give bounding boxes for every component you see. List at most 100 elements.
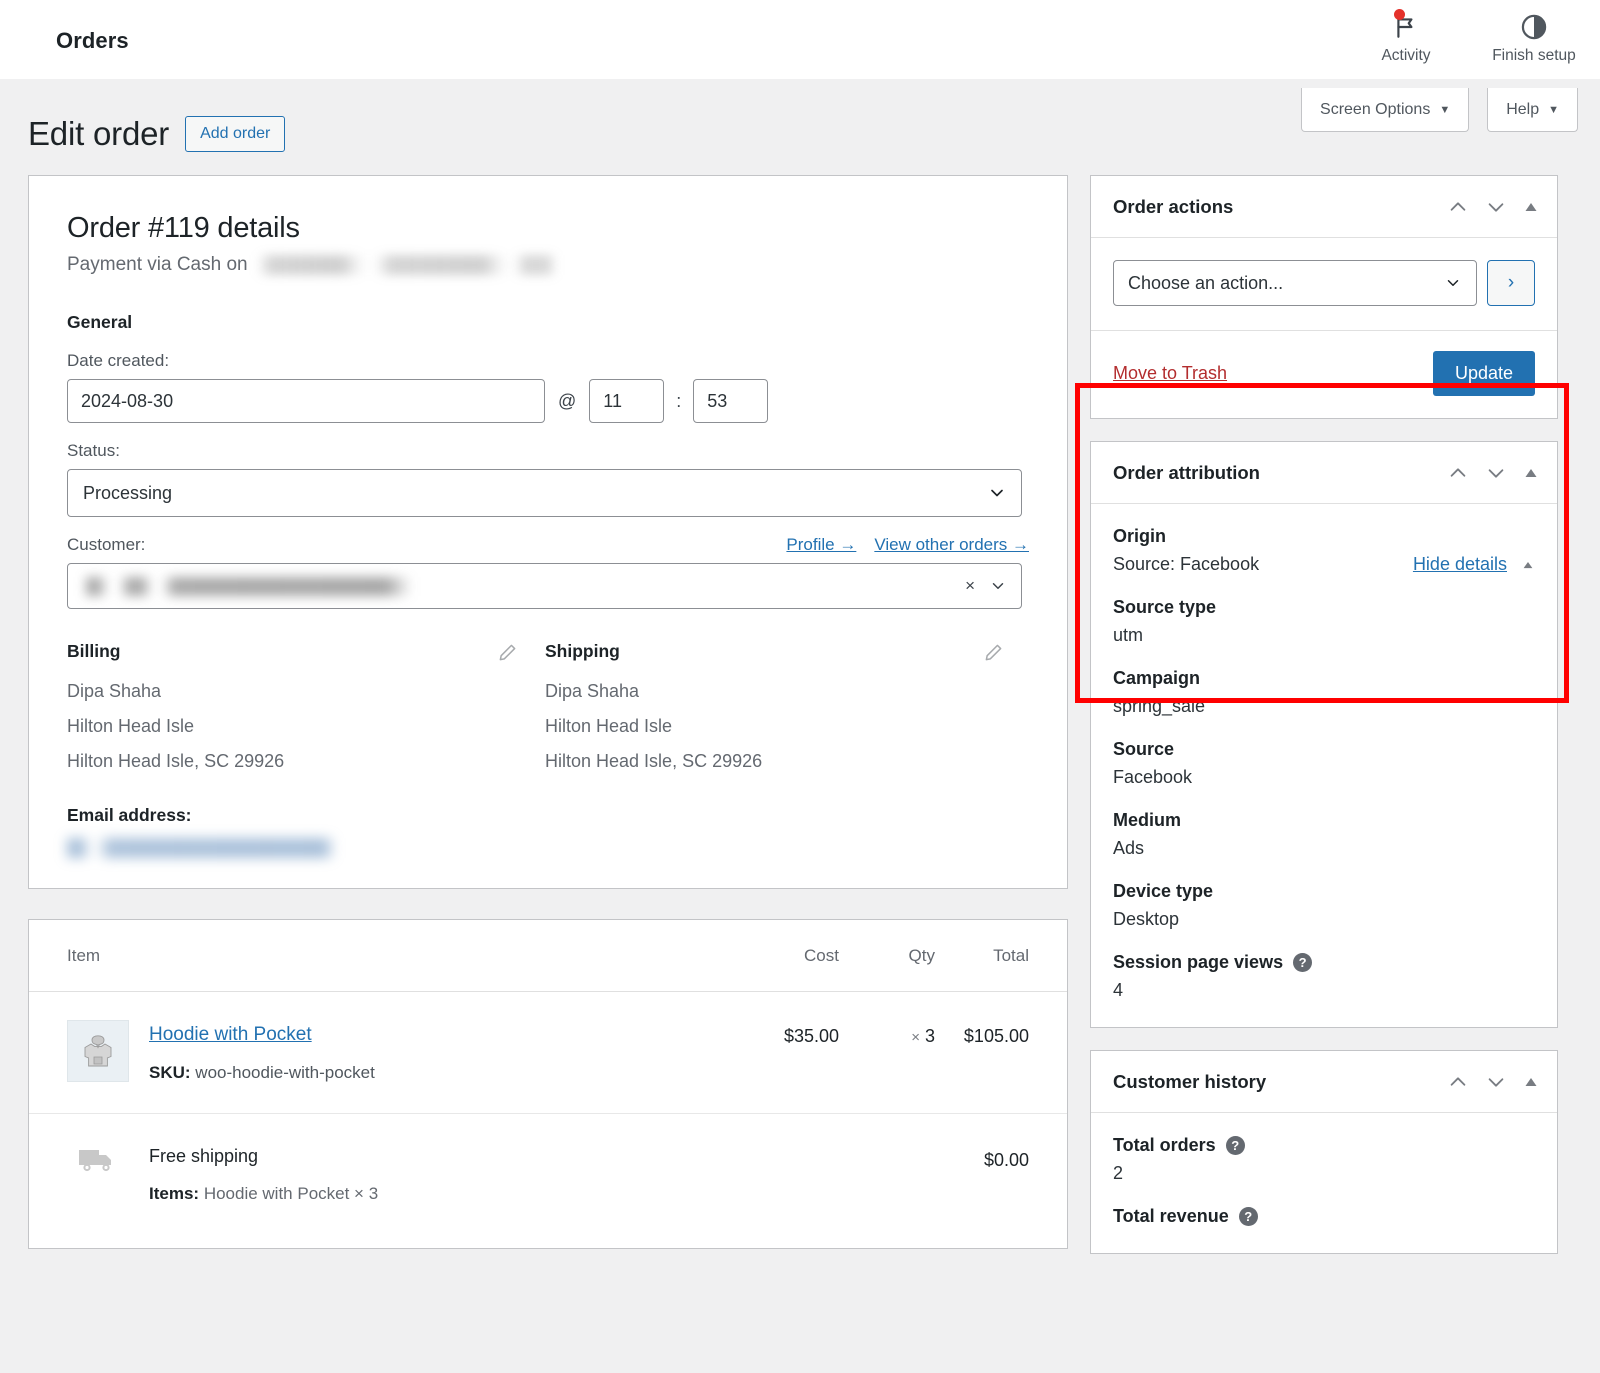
product-thumbnail[interactable] (67, 1020, 129, 1082)
at-symbol: @ (558, 390, 577, 411)
attribution-device-type: Device type Desktop (1113, 881, 1535, 930)
panel-controls (1447, 462, 1539, 484)
hide-details-link[interactable]: Hide details (1413, 554, 1507, 575)
caret-up-icon[interactable] (1521, 558, 1535, 572)
shipping-line2: Hilton Head Isle, SC 29926 (545, 751, 763, 771)
shipping-line1: Hilton Head Isle (545, 716, 673, 736)
main-column: Order #119 details Payment via Cash on G… (28, 175, 1068, 1249)
origin-label: Origin (1113, 526, 1166, 546)
profile-link[interactable]: Profile → (786, 535, 856, 555)
action-chooser-row: Choose an action... › (1113, 260, 1535, 306)
help-icon[interactable]: ? (1238, 1207, 1258, 1226)
total-orders-value: 2 (1113, 1163, 1124, 1183)
device-type-value: Desktop (1113, 909, 1180, 929)
payment-method-text: Payment via Cash on (67, 254, 248, 275)
order-actions-footer: Move to Trash Update (1091, 330, 1557, 418)
choose-action-select[interactable]: Choose an action... (1113, 260, 1477, 306)
shipping-items-value: Hoodie with Pocket × 3 (203, 1184, 379, 1203)
status-value: Processing (83, 482, 173, 503)
help-icon[interactable]: ? (1293, 953, 1313, 972)
help-button[interactable]: Help ▼ (1487, 88, 1578, 132)
total-revenue-text: Total revenue (1113, 1206, 1229, 1226)
move-down-icon[interactable] (1485, 196, 1507, 218)
sku-value: woo-hoodie-with-pocket (195, 1063, 375, 1082)
shipping-items: Items: Hoodie with Pocket × 3 (149, 1184, 935, 1204)
session-page-views-label: Session page views ? (1113, 952, 1535, 973)
move-up-icon[interactable] (1447, 196, 1469, 218)
billing-line2: Hilton Head Isle, SC 29926 (67, 751, 285, 771)
edit-billing-pencil-icon[interactable] (498, 643, 517, 662)
order-items-panel: Item Cost Qty Total Hoodie with Pocket S… (28, 919, 1068, 1249)
origin-row: Source: Facebook Hide details (1113, 554, 1535, 575)
date-created-row: @ : (67, 379, 1029, 423)
time-colon: : (676, 390, 682, 411)
activity-label: Activity (1381, 47, 1431, 64)
activity-button[interactable]: Activity (1360, 8, 1452, 65)
shipping-items-label: Items: (149, 1184, 200, 1203)
order-actions-panel: Order actions Choose an action... › Move… (1090, 175, 1558, 419)
col-total: Total (993, 945, 1029, 965)
attribution-campaign: Campaign spring_sale (1113, 668, 1535, 717)
admin-topbar: Orders Activity Finish setup (0, 0, 1600, 79)
chevron-down-icon[interactable] (989, 577, 1007, 595)
update-button[interactable]: Update (1432, 351, 1535, 396)
total-revenue-field: Total revenue ? (1113, 1206, 1535, 1227)
billing-line1: Hilton Head Isle (67, 716, 195, 736)
attribution-medium: Medium Ads (1113, 810, 1535, 859)
status-select[interactable]: Processing (67, 469, 1022, 517)
view-other-orders-link[interactable]: View other orders → (874, 535, 1029, 555)
shipping-details: Free shipping Items: Hoodie with Pocket … (149, 1144, 935, 1204)
customer-controls: × (965, 576, 1007, 596)
source-type-value: utm (1113, 625, 1144, 645)
collapse-toggle-icon[interactable] (1523, 1074, 1539, 1090)
shipping-address-block: Shipping Dipa Shaha Hilton Head Isle Hil… (545, 641, 1023, 858)
customer-history-body: Total orders ? 2 Total revenue ? (1091, 1113, 1557, 1253)
move-up-icon[interactable] (1447, 462, 1469, 484)
screen-options-button[interactable]: Screen Options ▼ (1301, 88, 1470, 132)
total-revenue-label: Total revenue ? (1113, 1206, 1535, 1227)
customer-row: Customer: Profile → View other orders → (67, 535, 1029, 555)
finish-setup-button[interactable]: Finish setup (1488, 8, 1580, 65)
truck-icon (67, 1144, 129, 1176)
item-qty: × 3 (839, 1020, 935, 1047)
medium-value: Ads (1113, 838, 1145, 858)
session-page-views-value: 4 (1113, 980, 1124, 1000)
product-link[interactable]: Hoodie with Pocket (149, 1024, 312, 1045)
sku-label: SKU: (149, 1063, 191, 1082)
item-sku: SKU: woo-hoodie-with-pocket (149, 1063, 719, 1083)
date-created-input[interactable] (67, 379, 545, 423)
redacted-email-address[interactable] (67, 838, 335, 858)
item-total: $105.00 (963, 1026, 1029, 1046)
move-up-icon[interactable] (1447, 1071, 1469, 1093)
move-to-trash-link[interactable]: Move to Trash (1113, 363, 1227, 384)
origin-value: Source: Facebook (1113, 554, 1260, 574)
total-orders-field: Total orders ? 2 (1113, 1135, 1535, 1184)
collapse-toggle-icon[interactable] (1523, 199, 1539, 215)
customer-history-title: Customer history (1113, 1070, 1267, 1092)
apply-action-button[interactable]: › (1487, 260, 1535, 306)
customer-history-header: Customer history (1091, 1051, 1557, 1113)
total-orders-label: Total orders ? (1113, 1135, 1535, 1156)
order-heading: Order #119 details (67, 212, 300, 244)
multiply-symbol: × (911, 1029, 920, 1046)
clear-customer-icon[interactable]: × (965, 576, 975, 596)
session-page-views-text: Session page views (1113, 952, 1284, 972)
add-order-button[interactable]: Add order (185, 116, 286, 152)
hour-input[interactable] (589, 379, 665, 423)
shipping-total: $0.00 (983, 1150, 1029, 1170)
progress-circle-icon (1520, 8, 1548, 46)
minute-input[interactable] (693, 379, 769, 423)
source-label: Source (1113, 739, 1175, 759)
customer-select[interactable]: × (67, 563, 1022, 609)
order-actions-body: Choose an action... › (1091, 238, 1557, 330)
collapse-toggle-icon[interactable] (1523, 465, 1539, 481)
move-down-icon[interactable] (1485, 1071, 1507, 1093)
edit-shipping-pencil-icon[interactable] (984, 643, 1003, 662)
shipping-name: Dipa Shaha (545, 681, 640, 701)
help-icon[interactable]: ? (1225, 1136, 1245, 1155)
redacted-payment-detail (256, 255, 557, 275)
notification-badge (1394, 9, 1405, 20)
sidebar-column: Order actions Choose an action... › Move… (1075, 175, 1569, 1254)
chevron-down-icon: ▼ (1439, 103, 1451, 116)
move-down-icon[interactable] (1485, 462, 1507, 484)
